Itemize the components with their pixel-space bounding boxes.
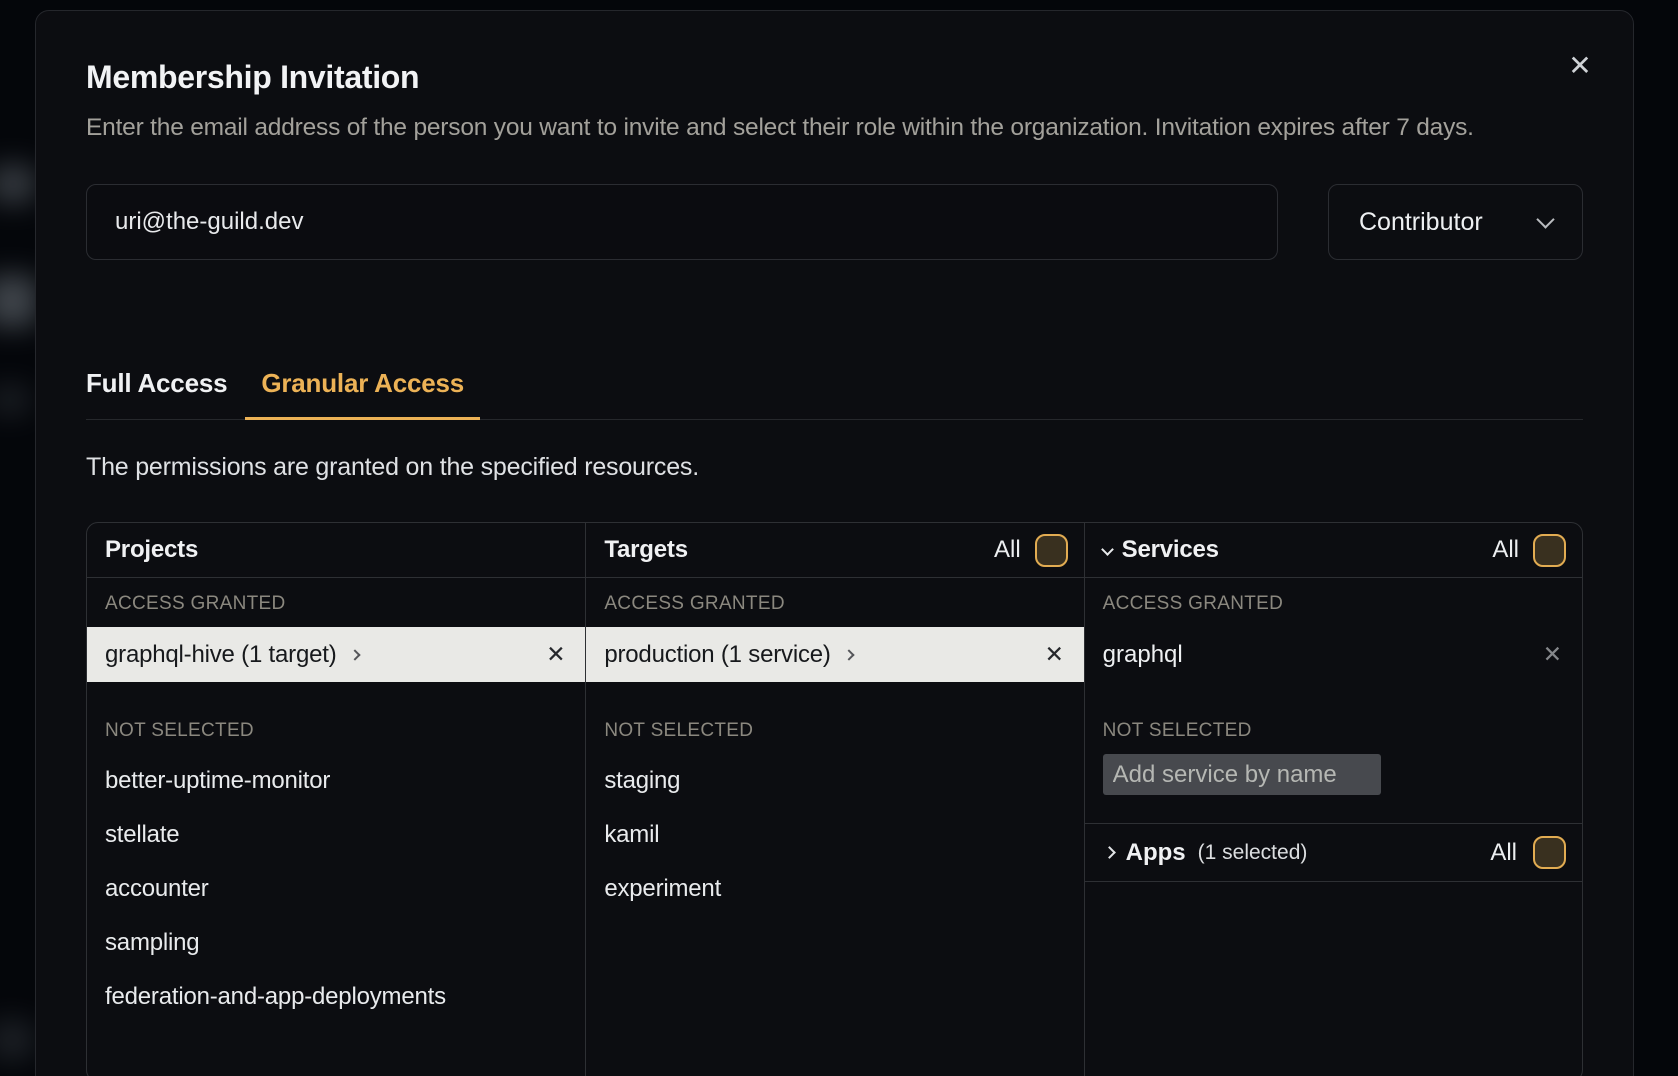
services-section: ACCESS GRANTED graphql ✕ NOT SELECTED [1085,578,1582,824]
chevron-right-icon [843,649,854,660]
chevron-right-icon [349,649,360,660]
modal-description: Enter the email address of the person yo… [86,110,1506,146]
service-granted-row[interactable]: graphql ✕ [1085,627,1582,682]
target-item[interactable]: staging [586,754,1083,808]
remove-service-icon[interactable]: ✕ [1543,642,1562,668]
projects-not-selected-list: better-uptime-monitor stellate accounter… [87,754,585,1024]
project-item[interactable]: accounter [87,862,585,916]
targets-all-checkbox[interactable] [1035,534,1068,567]
project-item[interactable]: sampling [87,916,585,970]
remove-project-icon[interactable]: ✕ [546,642,565,668]
apps-count: (1 selected) [1198,841,1308,865]
chevron-down-icon [1101,543,1114,556]
targets-granted-label: ACCESS GRANTED [586,593,1083,615]
project-granted-row[interactable]: graphql-hive (1 target) ✕ [87,627,585,682]
projects-not-selected-label: NOT SELECTED [87,720,585,742]
modal-title: Membership Invitation [86,59,1583,96]
apps-row[interactable]: Apps (1 selected) All [1085,824,1582,882]
services-all-checkbox[interactable] [1533,534,1566,567]
target-item[interactable]: experiment [586,862,1083,916]
chevron-right-icon [1103,846,1116,859]
project-item[interactable]: federation-and-app-deployments [87,970,585,1024]
close-button[interactable]: ✕ [1563,49,1597,83]
targets-all-label: All [994,536,1021,564]
tab-granular-access[interactable]: Granular Access [245,368,480,419]
projects-granted-label: ACCESS GRANTED [87,593,585,615]
remove-target-icon[interactable]: ✕ [1045,642,1064,668]
targets-header: Targets All [586,523,1083,578]
role-select[interactable]: Contributor [1328,184,1583,260]
apps-label: Apps [1126,839,1186,867]
targets-not-selected-label: NOT SELECTED [586,720,1083,742]
project-item[interactable]: stellate [87,808,585,862]
permissions-note: The permissions are granted on the speci… [86,453,1583,482]
chevron-down-icon [1536,210,1554,228]
tab-full-access[interactable]: Full Access [70,368,243,419]
background-blur-fragment [0,165,36,203]
targets-column: Targets All ACCESS GRANTED production (1… [585,523,1083,1076]
projects-column: Projects ACCESS GRANTED graphql-hive (1 … [87,523,585,1076]
services-header[interactable]: Services All [1085,523,1582,578]
services-not-selected-label: NOT SELECTED [1085,720,1582,742]
membership-invitation-modal: ✕ Membership Invitation Enter the email … [35,10,1634,1076]
background-blur-fragment [0,275,38,327]
services-granted-label: ACCESS GRANTED [1085,593,1582,615]
apps-all-label: All [1490,839,1517,867]
resources-table: Projects ACCESS GRANTED graphql-hive (1 … [86,522,1583,1076]
services-all-label: All [1492,536,1519,564]
role-select-value: Contributor [1359,208,1483,237]
background-blur-fragment [0,1020,34,1060]
target-item[interactable]: kamil [586,808,1083,862]
services-column: Services All ACCESS GRANTED graphql ✕ NO… [1084,523,1582,1076]
target-granted-name: production (1 service) [604,641,830,669]
close-icon: ✕ [1568,49,1591,82]
projects-title: Projects [105,536,198,564]
projects-header: Projects [87,523,585,578]
service-granted-name: graphql [1103,641,1183,669]
background-blur-fragment [0,385,30,415]
access-tabs: Full Access Granular Access [86,368,1583,420]
project-item[interactable]: better-uptime-monitor [87,754,585,808]
apps-all-checkbox[interactable] [1533,836,1566,869]
project-granted-name: graphql-hive (1 target) [105,641,337,669]
email-input[interactable] [86,184,1278,260]
invite-row: Contributor [86,184,1583,260]
services-title: Services [1122,536,1219,564]
target-granted-row[interactable]: production (1 service) ✕ [586,627,1083,682]
add-service-input[interactable] [1103,754,1381,795]
targets-not-selected-list: staging kamil experiment [586,754,1083,916]
targets-title: Targets [604,536,688,564]
